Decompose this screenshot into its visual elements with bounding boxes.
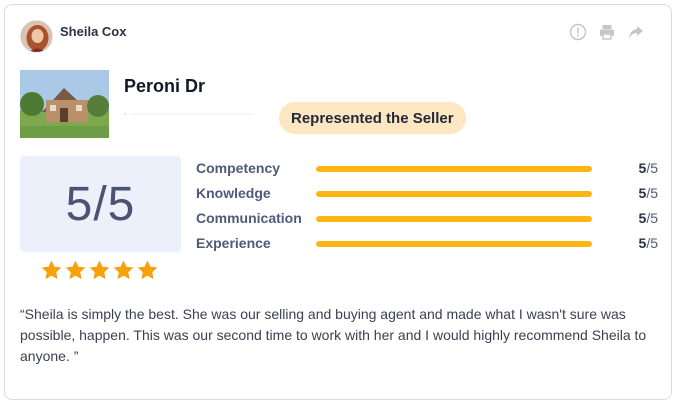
rating-score: 5/5 [638, 185, 658, 201]
star-icon [89, 260, 110, 280]
star-icon [137, 260, 158, 280]
rating-row-experience: Experience 5/5 [196, 233, 658, 258]
rating-bar-fill [316, 241, 592, 247]
rating-bar [316, 191, 592, 197]
rating-label: Communication [196, 210, 302, 226]
rating-bar [316, 241, 592, 247]
star-icon [65, 260, 86, 280]
property-name: Peroni Dr [124, 76, 206, 96]
rating-label: Knowledge [196, 185, 271, 201]
rating-bar [316, 166, 592, 172]
rating-score: 5/5 [638, 235, 658, 251]
info-icon[interactable] [569, 23, 587, 41]
print-icon[interactable] [598, 23, 616, 41]
overall-score: 5/5 [65, 177, 136, 231]
overall-score-box: 5/5 [20, 156, 181, 252]
star-rating [40, 259, 159, 282]
review-text: “Sheila is simply the best. She was our … [20, 306, 647, 364]
property-photo [20, 70, 109, 138]
rating-bar-fill [316, 216, 592, 222]
rating-bar-fill [316, 191, 592, 197]
rating-score: 5/5 [638, 210, 658, 226]
property-divider [124, 113, 254, 115]
review-actions [569, 23, 645, 41]
rating-label: Experience [196, 235, 271, 251]
rating-bar-fill [316, 166, 592, 172]
star-icon [113, 260, 134, 280]
reviewer-name: Sheila Cox [60, 24, 127, 39]
rating-breakdown: Competency 5/5 Knowledge 5/5 Communicati… [196, 158, 658, 258]
rating-bar [316, 216, 592, 222]
rating-label: Competency [196, 160, 281, 176]
rating-score: 5/5 [638, 160, 658, 176]
rating-row-communication: Communication 5/5 [196, 208, 658, 233]
role-badge: Represented the Seller [279, 102, 466, 134]
review-card: Sheila Cox Peroni Dr Represented the Sel… [4, 4, 672, 400]
reviewer-avatar [20, 20, 53, 53]
star-icon [41, 260, 62, 280]
share-icon[interactable] [627, 23, 645, 41]
reviewer-header: Sheila Cox [20, 20, 126, 53]
rating-row-competency: Competency 5/5 [196, 158, 658, 183]
rating-row-knowledge: Knowledge 5/5 [196, 183, 658, 208]
